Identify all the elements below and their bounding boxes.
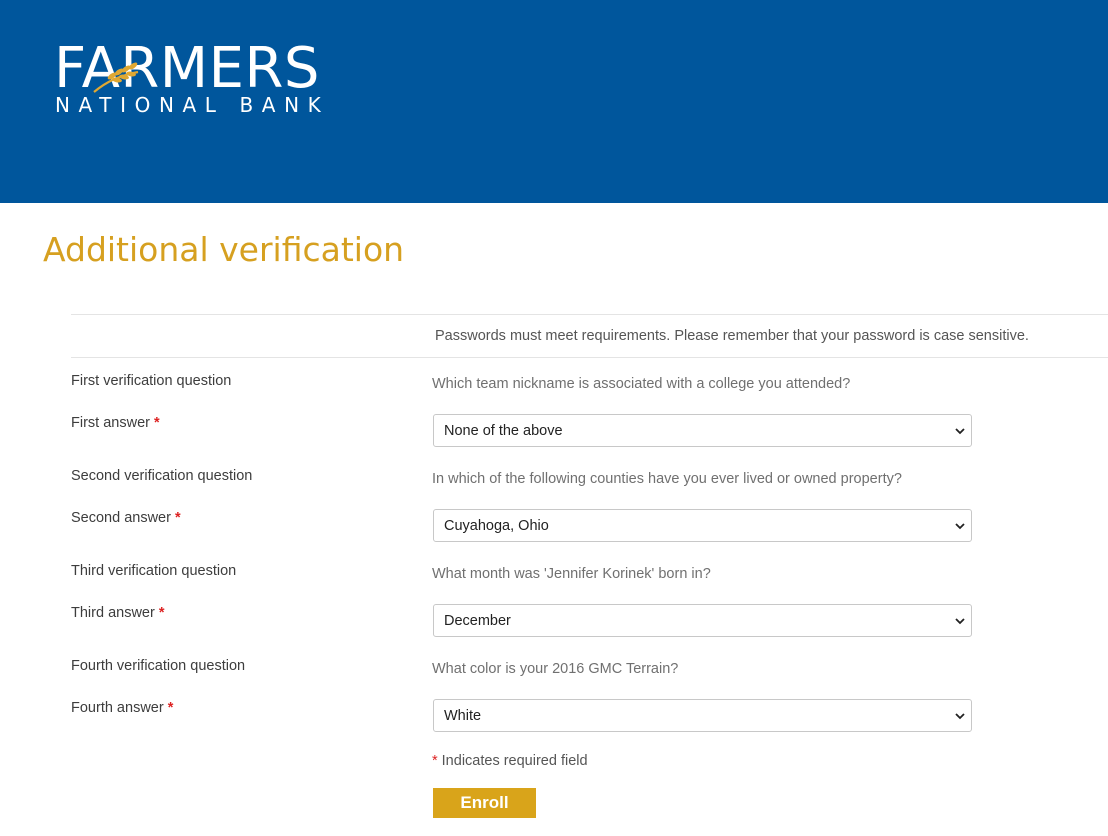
second-question-text: In which of the following counties have …: [432, 471, 902, 487]
third-answer-label-text: Third answer: [71, 605, 155, 621]
page-title: Additional verification: [43, 230, 405, 269]
divider: [71, 357, 1108, 358]
required-asterisk: *: [167, 700, 174, 716]
second-answer-select[interactable]: Cuyahoga, Ohio: [433, 509, 972, 542]
bank-logo[interactable]: FARMERS NATIONAL BANK: [54, 40, 354, 120]
first-question-text: Which team nickname is associated with a…: [432, 376, 851, 392]
third-question-label: Third verification question: [71, 563, 237, 579]
site-header: FARMERS NATIONAL BANK: [0, 0, 1108, 203]
chevron-down-icon: [955, 428, 965, 435]
chevron-down-icon: [955, 713, 965, 720]
fourth-answer-label-text: Fourth answer: [71, 700, 164, 716]
second-answer-value: Cuyahoga, Ohio: [444, 518, 549, 534]
third-answer-value: December: [444, 613, 511, 629]
required-asterisk: *: [174, 510, 181, 526]
logo-subtitle: NATIONAL BANK: [55, 93, 330, 117]
second-answer-label-text: Second answer: [71, 510, 171, 526]
third-question-text: What month was 'Jennifer Korinek' born i…: [432, 566, 711, 582]
first-answer-select[interactable]: None of the above: [433, 414, 972, 447]
first-answer-label: First answer *: [71, 413, 160, 433]
fourth-answer-select[interactable]: White: [433, 699, 972, 732]
first-answer-value: None of the above: [444, 423, 563, 439]
fourth-question-text: What color is your 2016 GMC Terrain?: [432, 661, 679, 677]
password-notice: Passwords must meet requirements. Please…: [435, 328, 1029, 344]
required-asterisk: *: [153, 415, 160, 431]
required-note-text: Indicates required field: [441, 753, 588, 769]
chevron-down-icon: [955, 618, 965, 625]
divider: [71, 314, 1108, 315]
required-field-note: * Indicates required field: [432, 751, 588, 771]
fourth-answer-value: White: [444, 708, 482, 724]
first-answer-label-text: First answer: [71, 415, 150, 431]
second-answer-label: Second answer *: [71, 508, 181, 528]
third-answer-label: Third answer *: [71, 603, 164, 623]
enroll-button[interactable]: Enroll: [433, 788, 536, 818]
fourth-question-label: Fourth verification question: [71, 658, 246, 674]
required-asterisk: *: [432, 753, 438, 769]
second-question-label: Second verification question: [71, 468, 253, 484]
wheat-icon: [93, 62, 139, 93]
required-asterisk: *: [158, 605, 165, 621]
fourth-answer-label: Fourth answer *: [71, 698, 173, 718]
chevron-down-icon: [955, 523, 965, 530]
third-answer-select[interactable]: December: [433, 604, 972, 637]
first-question-label: First verification question: [71, 373, 232, 389]
